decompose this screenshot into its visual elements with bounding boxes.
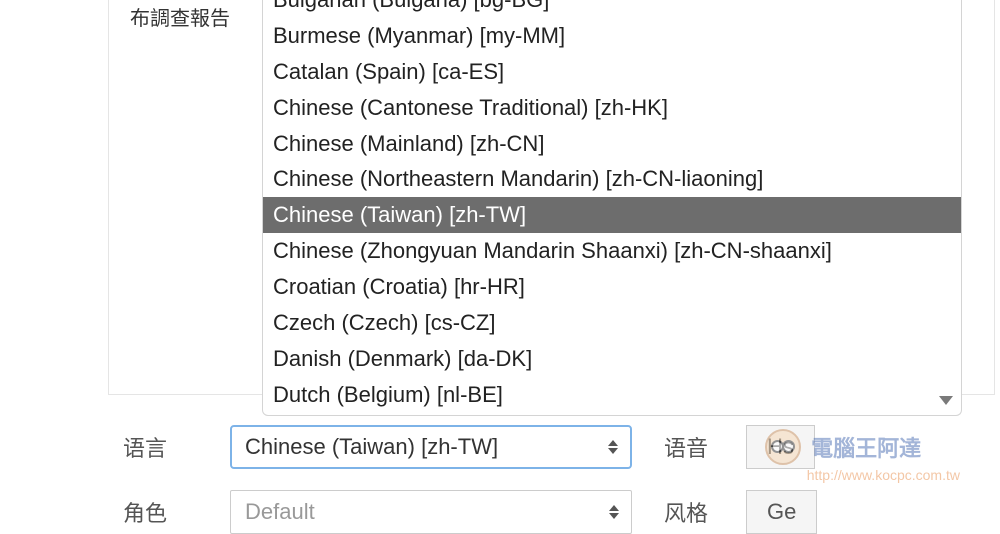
dropdown-item[interactable]: Catalan (Spain) [ca-ES] [263,54,961,90]
dropdown-item[interactable]: Chinese (Mainland) [zh-CN] [263,126,961,162]
watermark: 電腦王阿達 http://www.kocpc.com.tw [765,429,960,483]
language-select[interactable]: Chinese (Taiwan) [zh-TW] [230,425,632,469]
language-label: 语言 [0,431,230,463]
language-dropdown-list[interactable]: Bulgarian (Bulgaria) [bg-BG] Burmese (My… [262,0,962,416]
dropdown-item[interactable]: Croatian (Croatia) [hr-HR] [263,269,961,305]
dropdown-item[interactable]: Chinese (Northeastern Mandarin) [zh-CN-l… [263,161,961,197]
dropdown-item-selected[interactable]: Chinese (Taiwan) [zh-TW] [263,197,961,233]
language-row: 语言 Chinese (Taiwan) [zh-TW] 语音 Hs [0,425,815,469]
style-label: 风格 [632,496,708,528]
dropdown-item[interactable]: Dutch (Belgium) [nl-BE] [263,377,961,413]
dropdown-item[interactable]: Czech (Czech) [cs-CZ] [263,305,961,341]
role-row: 角色 Default 风格 Ge [0,490,817,534]
dropdown-item[interactable]: Dutch (Netherlands) [nl-NL] [263,413,961,416]
role-label: 角色 [0,496,230,528]
dropdown-item[interactable]: Danish (Denmark) [da-DK] [263,341,961,377]
watermark-avatar-icon [765,429,801,465]
dropdown-item[interactable]: Chinese (Cantonese Traditional) [zh-HK] [263,90,961,126]
voice-label: 语音 [632,431,708,463]
scroll-down-icon[interactable] [939,396,953,405]
watermark-text: 電腦王阿達 [811,431,921,463]
style-button[interactable]: Ge [746,490,817,534]
role-select-value: Default [245,499,315,524]
select-arrows-icon [608,440,618,454]
dropdown-item[interactable]: Chinese (Zhongyuan Mandarin Shaanxi) [zh… [263,233,961,269]
dropdown-item[interactable]: Burmese (Myanmar) [my-MM] [263,18,961,54]
role-select[interactable]: Default [230,490,632,534]
language-select-value: Chinese (Taiwan) [zh-TW] [245,434,498,459]
select-arrows-icon [609,505,619,519]
watermark-url: http://www.kocpc.com.tw [765,467,960,483]
dropdown-item[interactable]: Bulgarian (Bulgaria) [bg-BG] [263,0,961,18]
partial-header-text: 布調查報告 [130,0,230,33]
